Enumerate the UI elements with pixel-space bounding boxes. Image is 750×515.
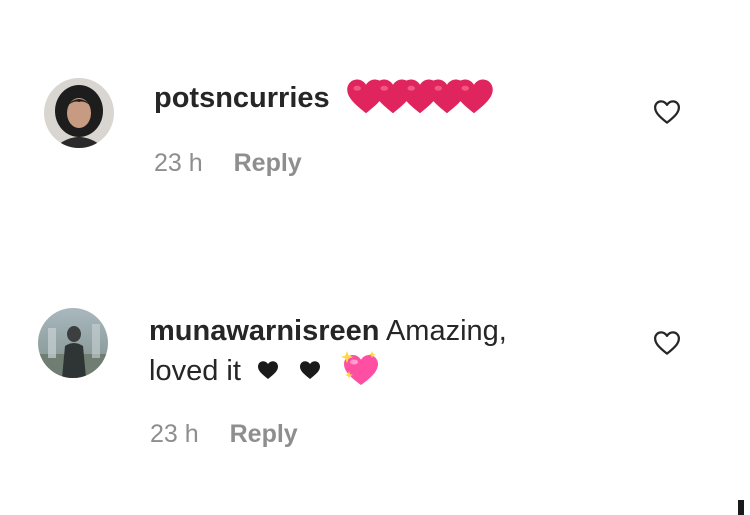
reply-button[interactable]: Reply — [234, 149, 302, 177]
heart-emoji-red — [454, 79, 493, 114]
comment-text-line2: loved it — [149, 355, 241, 387]
heart-outline-icon — [654, 331, 680, 355]
timestamp: 23 h — [154, 149, 203, 177]
comment-meta: 23 h Reply — [150, 420, 298, 449]
black-heart-icon — [257, 361, 278, 380]
emoji-group — [346, 78, 494, 116]
comment-meta: 23 h Reply — [154, 149, 302, 178]
avatar-photo — [38, 308, 108, 378]
avatar[interactable] — [38, 308, 108, 378]
avatar[interactable] — [44, 78, 114, 148]
like-button[interactable] — [652, 328, 682, 358]
reply-button[interactable]: Reply — [230, 420, 298, 448]
black-heart-icon — [300, 361, 321, 380]
cursor-edge — [738, 500, 744, 515]
comment-text-line1: Amazing, — [385, 315, 507, 347]
comments-panel: potsncurries 23 h Reply munawarnisreen A… — [0, 0, 750, 515]
avatar-photo — [44, 78, 114, 148]
comment-text: munawarnisreen Amazing, — [149, 311, 629, 351]
sparkling-heart-emoji — [341, 351, 379, 386]
comment-body: potsncurries — [154, 78, 494, 118]
timestamp: 23 h — [150, 420, 199, 448]
username-link[interactable]: potsncurries — [154, 82, 330, 114]
username-link[interactable]: munawarnisreen — [149, 315, 379, 347]
comment-text-line: loved it — [149, 351, 629, 391]
comment-text: potsncurries — [154, 78, 494, 118]
heart-outline-icon — [654, 100, 680, 124]
comment-body: munawarnisreen Amazing, loved it — [149, 311, 629, 391]
like-button[interactable] — [652, 97, 682, 127]
